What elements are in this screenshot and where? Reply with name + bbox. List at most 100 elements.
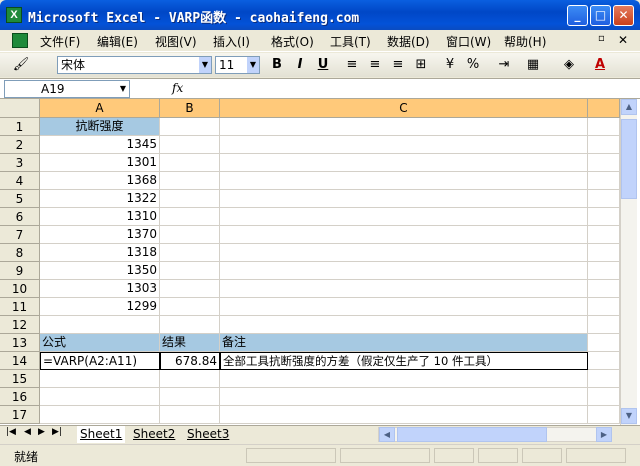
menu-tools[interactable]: 工具(T) (330, 33, 371, 50)
cell-a7[interactable]: 1370 (40, 226, 160, 244)
maximize-button[interactable]: □ (590, 5, 611, 26)
menu-file[interactable]: 文件(F) (40, 33, 80, 50)
grid-cell[interactable] (220, 262, 588, 280)
grid-cell[interactable] (220, 298, 588, 316)
cell-a5[interactable]: 1322 (40, 190, 160, 208)
grid-cell[interactable] (160, 406, 220, 424)
grid-cell[interactable] (588, 280, 620, 298)
excel-app-icon[interactable]: X (6, 7, 22, 23)
menu-edit[interactable]: 编辑(E) (97, 33, 138, 50)
grid-cell[interactable] (220, 370, 588, 388)
cell-a6[interactable]: 1310 (40, 208, 160, 226)
grid-cell[interactable] (160, 226, 220, 244)
grid-cell[interactable] (588, 298, 620, 316)
row-header[interactable]: 14 (0, 352, 40, 370)
cell-c14[interactable]: 全部工具抗断强度的方差（假定仅生产了 10 件工具） (220, 352, 588, 370)
next-sheet-icon[interactable]: ▶ (38, 427, 45, 437)
close-doc-icon[interactable]: ✕ (618, 33, 628, 47)
grid-cell[interactable] (588, 370, 620, 388)
grid-cell[interactable] (160, 118, 220, 136)
menu-format[interactable]: 格式(O) (271, 33, 314, 50)
grid-cell[interactable] (220, 244, 588, 262)
vertical-scrollbar[interactable]: ▲ ▼ (620, 99, 637, 425)
row-header[interactable]: 7 (0, 226, 40, 244)
grid-cell[interactable] (588, 154, 620, 172)
sheet-tab-sheet2[interactable]: Sheet2 (130, 426, 178, 443)
grid-cell[interactable] (40, 388, 160, 406)
grid-cell[interactable] (160, 208, 220, 226)
cell-a14[interactable]: =VARP(A2:A11) (40, 352, 160, 370)
grid-cell[interactable] (220, 280, 588, 298)
grid-cell[interactable] (588, 118, 620, 136)
grid-cell[interactable] (220, 406, 588, 424)
cell-a2[interactable]: 1345 (40, 136, 160, 154)
row-header[interactable]: 15 (0, 370, 40, 388)
cell-b14[interactable]: 678.84 (160, 352, 220, 370)
column-header-c[interactable]: C (220, 99, 588, 118)
cell-c13[interactable]: 备注 (220, 334, 588, 352)
align-center-icon[interactable]: ≡ (366, 56, 384, 74)
menu-insert[interactable]: 插入(I) (213, 33, 250, 50)
scroll-right-icon[interactable]: ▶ (596, 427, 612, 442)
grid-cell[interactable] (160, 316, 220, 334)
horizontal-scrollbar[interactable]: ◀ ▶ (378, 427, 612, 442)
indent-icon[interactable]: ⇥ (495, 56, 513, 74)
column-header-b[interactable]: B (160, 99, 220, 118)
close-button[interactable]: ✕ (613, 5, 634, 26)
grid-cell[interactable] (160, 190, 220, 208)
row-header[interactable]: 1 (0, 118, 40, 136)
minimize-button[interactable]: _ (567, 5, 588, 26)
font-name-select[interactable]: 宋体 ▼ (57, 56, 212, 74)
grid-cell[interactable] (588, 406, 620, 424)
cell-a3[interactable]: 1301 (40, 154, 160, 172)
prev-sheet-icon[interactable]: ◀ (24, 427, 31, 437)
row-header[interactable]: 4 (0, 172, 40, 190)
grid-cell[interactable] (160, 154, 220, 172)
scroll-left-icon[interactable]: ◀ (379, 427, 395, 442)
grid-cell[interactable] (588, 190, 620, 208)
select-all-corner[interactable] (0, 99, 40, 118)
grid-cell[interactable] (588, 262, 620, 280)
scroll-up-icon[interactable]: ▲ (621, 99, 637, 115)
name-box[interactable]: A19 ▼ (4, 80, 130, 98)
column-header-a[interactable]: A (40, 99, 160, 118)
column-header-d[interactable] (588, 99, 620, 118)
grid-cell[interactable] (40, 406, 160, 424)
font-color-icon[interactable]: A (591, 56, 609, 74)
row-header[interactable]: 3 (0, 154, 40, 172)
menu-data[interactable]: 数据(D) (387, 33, 430, 50)
align-left-icon[interactable]: ≡ (343, 56, 361, 74)
cell-b13[interactable]: 结果 (160, 334, 220, 352)
grid-cell[interactable] (588, 388, 620, 406)
grid-cell[interactable] (40, 316, 160, 334)
row-header[interactable]: 13 (0, 334, 40, 352)
scroll-down-icon[interactable]: ▼ (621, 408, 637, 424)
grid-cell[interactable] (220, 154, 588, 172)
sheet-tab-sheet1[interactable]: Sheet1 (77, 426, 126, 443)
grid-cell[interactable] (588, 172, 620, 190)
align-right-icon[interactable]: ≡ (389, 56, 407, 74)
grid-cell[interactable] (220, 316, 588, 334)
grid-cell[interactable] (160, 172, 220, 190)
cell-a4[interactable]: 1368 (40, 172, 160, 190)
chevron-down-icon[interactable]: ▼ (199, 57, 211, 73)
menu-window[interactable]: 窗口(W) (446, 33, 491, 50)
workbook-icon[interactable] (12, 33, 28, 48)
grid-cell[interactable] (220, 136, 588, 154)
menu-view[interactable]: 视图(V) (155, 33, 197, 50)
grid-cell[interactable] (160, 370, 220, 388)
borders-icon[interactable]: ▦ (524, 56, 542, 74)
grid-cell[interactable] (160, 244, 220, 262)
row-header[interactable]: 11 (0, 298, 40, 316)
grid-cell[interactable] (160, 262, 220, 280)
format-painter-icon[interactable]: 🖌 (12, 56, 30, 74)
first-sheet-icon[interactable]: |◀ (6, 427, 16, 437)
italic-button[interactable]: I (291, 56, 309, 74)
row-header[interactable]: 12 (0, 316, 40, 334)
grid-cell[interactable] (588, 226, 620, 244)
grid-cell[interactable] (40, 370, 160, 388)
menu-help[interactable]: 帮助(H) (504, 33, 546, 50)
grid-cell[interactable] (588, 136, 620, 154)
cell-a10[interactable]: 1303 (40, 280, 160, 298)
grid-cell[interactable] (220, 388, 588, 406)
